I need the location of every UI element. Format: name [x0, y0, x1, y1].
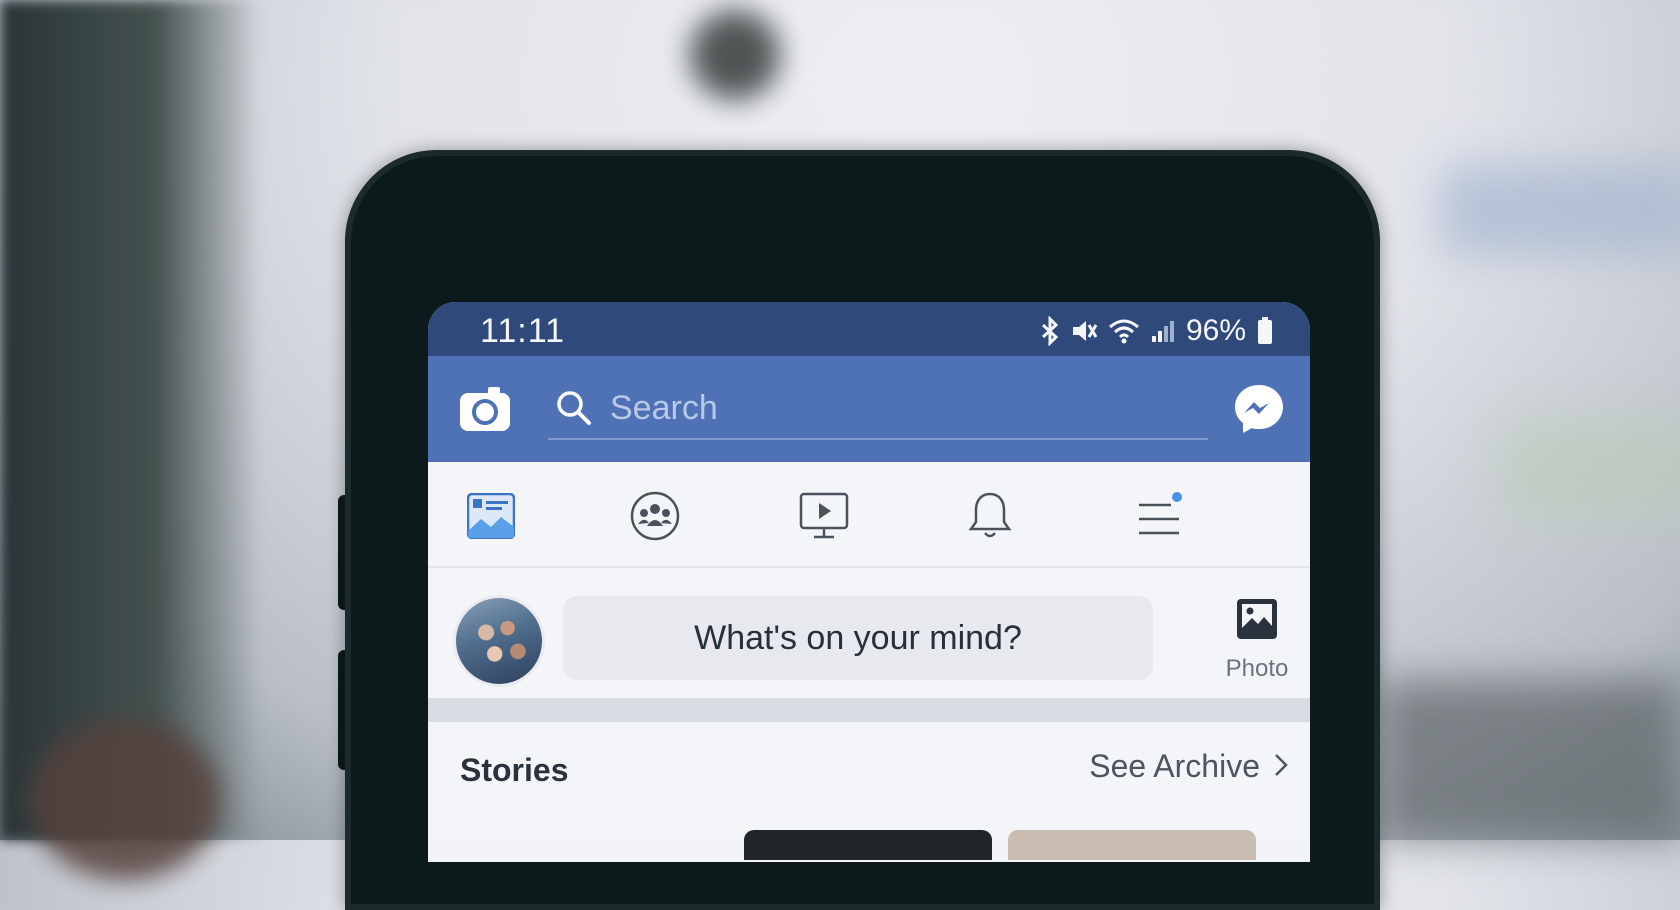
status-icons: 96% — [1040, 314, 1274, 348]
battery-icon — [1256, 316, 1274, 346]
camera-icon[interactable] — [458, 384, 512, 439]
status-prompt[interactable]: What's on your mind? — [563, 596, 1153, 680]
menu-icon[interactable] — [1129, 488, 1189, 544]
background-blur-bottom — [1380, 680, 1680, 840]
messenger-icon[interactable] — [1232, 382, 1286, 441]
see-archive-label: See Archive — [1089, 748, 1260, 784]
battery-percent: 96% — [1185, 314, 1246, 347]
search-icon — [556, 390, 592, 431]
background-blur-monitor — [1440, 165, 1680, 255]
post-composer: What's on your mind? Photo — [428, 568, 1310, 698]
search-box[interactable] — [548, 376, 1208, 440]
photo-icon — [1220, 598, 1294, 647]
section-divider — [428, 698, 1310, 722]
background-blur-green — [1500, 420, 1680, 520]
photo-label: Photo — [1225, 655, 1289, 682]
photo-button[interactable]: Photo — [1220, 598, 1294, 683]
background-blur-left — [0, 0, 260, 840]
background-finger — [30, 720, 220, 880]
see-archive-link[interactable]: See Archive — [1089, 748, 1288, 785]
notifications-icon[interactable] — [960, 488, 1020, 544]
stories-section: Stories See Archive — [428, 722, 1310, 860]
phone-screen: 11:11 96% Search What's on your mind? Ph… — [428, 302, 1310, 862]
search-input[interactable] — [608, 376, 1172, 440]
wifi-icon — [1108, 317, 1140, 345]
signal-icon — [1150, 318, 1176, 344]
app-header — [428, 356, 1310, 462]
bluetooth-icon — [1040, 316, 1060, 346]
groups-icon[interactable] — [625, 488, 685, 544]
watch-icon[interactable] — [794, 488, 854, 544]
avatar[interactable] — [456, 598, 542, 684]
story-card[interactable] — [744, 830, 992, 860]
status-time: 11:11 — [480, 312, 566, 350]
story-card[interactable] — [1008, 830, 1256, 860]
status-bar: 11:11 96% — [428, 302, 1310, 356]
chevron-right-icon — [1274, 748, 1288, 785]
stories-title: Stories — [460, 752, 569, 788]
background-blur-dot — [690, 10, 780, 100]
mute-icon — [1070, 317, 1098, 345]
news-feed-icon[interactable] — [461, 488, 521, 544]
nav-tabs — [428, 462, 1310, 568]
